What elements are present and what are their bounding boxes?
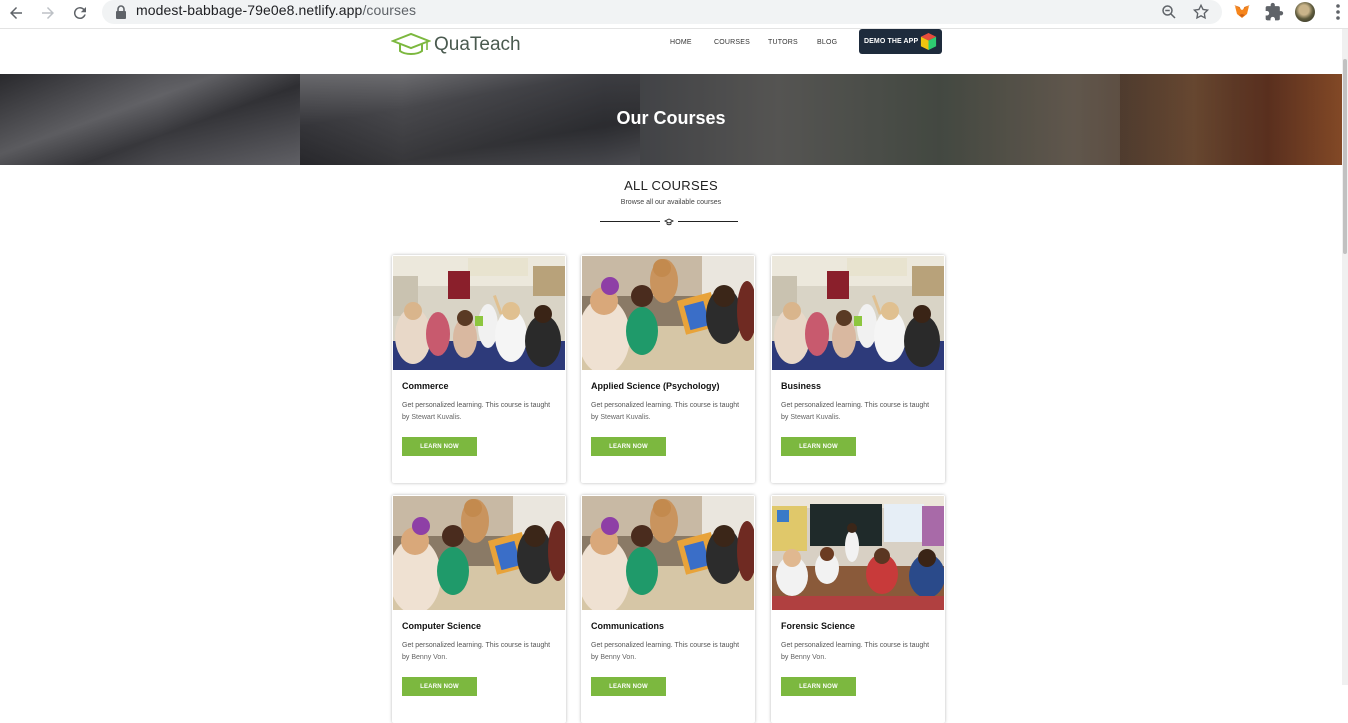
reload-icon [73, 7, 86, 20]
course-description: Get personalized learning. This course i… [402, 402, 551, 421]
learn-now-button[interactable]: LEARN NOW [591, 677, 666, 696]
forward-button[interactable] [37, 2, 59, 24]
course-title[interactable]: Forensic Science [781, 621, 855, 631]
learn-now-button[interactable]: LEARN NOW [781, 437, 856, 456]
course-title[interactable]: Business [781, 381, 821, 391]
hero-title: Our Courses [616, 108, 726, 128]
course-image[interactable] [772, 256, 944, 370]
lock-icon [116, 5, 126, 19]
course-image[interactable] [393, 496, 565, 610]
site-header: QuaTeach HOME COURSES TUTORS BLOG DEMO T… [0, 29, 1342, 74]
nav-home[interactable]: HOME [670, 39, 692, 46]
children-reading-photo [582, 496, 754, 610]
course-description: Get personalized learning. This course i… [781, 642, 930, 661]
learn-now-button[interactable]: LEARN NOW [591, 437, 666, 456]
course-image[interactable] [582, 496, 754, 610]
course-description: Get personalized learning. This course i… [781, 402, 930, 421]
hero-banner: Our Courses [0, 74, 1342, 165]
teacher-classroom-photo [772, 496, 944, 610]
course-title[interactable]: Communications [591, 621, 664, 631]
course-card[interactable]: Business Get personalized learning. This… [771, 255, 945, 483]
learn-now-button[interactable]: LEARN NOW [402, 677, 477, 696]
scrollbar-thumb[interactable] [1343, 59, 1347, 254]
course-description: Get personalized learning. This course i… [402, 642, 551, 661]
classroom-photo [393, 256, 565, 370]
cube-icon [920, 32, 937, 51]
arrow-left-icon [10, 7, 22, 19]
star-icon[interactable] [1192, 3, 1210, 21]
course-title[interactable]: Applied Science (Psychology) [591, 381, 720, 391]
tutor-name[interactable]: Benny Von. [600, 654, 636, 661]
course-card[interactable]: Forensic Science Get personalized learni… [771, 495, 945, 723]
browser-toolbar: modest-babbage-79e0e8.netlify.app/course… [0, 0, 1348, 29]
course-card[interactable]: Commerce Get personalized learning. This… [392, 255, 566, 483]
classroom-photo [772, 256, 944, 370]
logo-text: QuaTeach [434, 34, 521, 55]
section-title: ALL COURSES [624, 178, 718, 193]
course-description: Get personalized learning. This course i… [591, 402, 740, 421]
tutor-name[interactable]: Stewart Kuvalis. [790, 414, 840, 421]
course-image[interactable] [772, 496, 944, 610]
kebab-menu-icon[interactable] [1328, 2, 1348, 22]
puzzle-extensions-icon[interactable] [1264, 2, 1284, 22]
course-title[interactable]: Computer Science [402, 621, 481, 631]
page-scrollbar[interactable] [1342, 29, 1348, 685]
tutor-name[interactable]: Stewart Kuvalis. [600, 414, 650, 421]
nav-courses[interactable]: COURSES [714, 39, 750, 46]
section-subtitle: Browse all our available courses [620, 199, 722, 206]
tutor-name[interactable]: Benny Von. [411, 654, 447, 661]
tutor-name[interactable]: Stewart Kuvalis. [411, 414, 461, 421]
course-image[interactable] [582, 256, 754, 370]
course-image[interactable] [393, 256, 565, 370]
graduation-cap-icon [391, 32, 431, 55]
learn-now-button[interactable]: LEARN NOW [781, 677, 856, 696]
course-title[interactable]: Commerce [402, 381, 449, 391]
learn-now-button[interactable]: LEARN NOW [402, 437, 477, 456]
nav-blog[interactable]: BLOG [817, 39, 837, 46]
back-button[interactable] [5, 2, 27, 24]
zoom-out-icon[interactable] [1160, 3, 1178, 21]
course-description: Get personalized learning. This course i… [591, 642, 740, 661]
nav-tutors[interactable]: TUTORS [768, 39, 798, 46]
arrow-right-icon [42, 7, 54, 19]
url-text: modest-babbage-79e0e8.netlify.app/course… [136, 2, 417, 18]
address-bar[interactable]: modest-babbage-79e0e8.netlify.app/course… [102, 0, 1222, 24]
profile-avatar-icon[interactable] [1295, 2, 1315, 22]
course-card[interactable]: Communications Get personalized learning… [581, 495, 755, 723]
course-card[interactable]: Applied Science (Psychology) Get persona… [581, 255, 755, 483]
children-reading-photo [393, 496, 565, 610]
section-divider [600, 218, 738, 228]
graduation-cap-icon [664, 218, 674, 226]
tutor-name[interactable]: Benny Von. [790, 654, 826, 661]
reload-button[interactable] [69, 2, 91, 24]
demo-app-button[interactable]: DEMO THE APP [859, 29, 942, 54]
course-card[interactable]: Computer Science Get personalized learni… [392, 495, 566, 723]
metamask-fox-icon[interactable] [1232, 2, 1252, 22]
children-reading-photo [582, 256, 754, 370]
site-logo[interactable]: QuaTeach [391, 31, 521, 59]
